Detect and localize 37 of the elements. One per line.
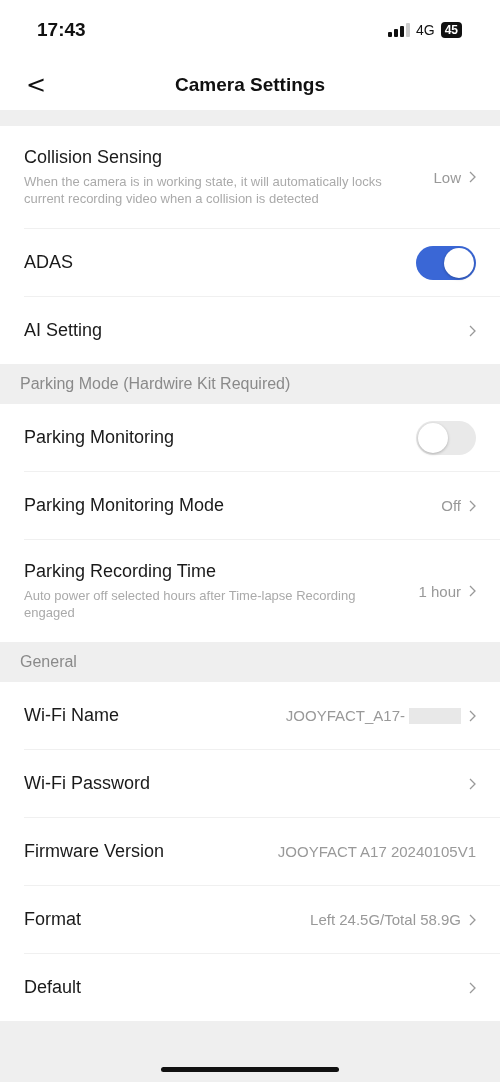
setting-label: Wi-Fi Name: [24, 705, 119, 726]
setting-label: Wi-Fi Password: [24, 773, 150, 794]
setting-label: Collision Sensing: [24, 147, 164, 168]
setting-value: 1 hour: [418, 582, 461, 600]
section-header: Parking Mode (Hardwire Kit Required): [19, 374, 292, 394]
chevron-icon[interactable]: [469, 913, 476, 926]
setting-label: Firmware Version: [24, 841, 165, 862]
setting-label: Parking Monitoring Mode: [24, 495, 225, 516]
toggle-switch[interactable]: [416, 245, 476, 280]
page-title: Camera Settings: [175, 74, 325, 96]
network-type: 4G: [415, 22, 435, 38]
setting-value: JOOYFACT A17 20240105V1: [277, 843, 476, 860]
setting-value: Left 24.5G/Total 58.9G: [310, 911, 461, 928]
setting-value: JOOYFACT_A17-: [285, 707, 405, 724]
chevron-icon[interactable]: [469, 171, 476, 183]
setting-label: ADAS: [24, 252, 74, 273]
setting-label: Format: [24, 909, 81, 930]
setting-label: AI Setting: [24, 320, 103, 341]
signal-icon: [387, 23, 410, 37]
section-header: General: [19, 652, 78, 672]
chevron-icon[interactable]: [469, 324, 476, 337]
chevron-icon[interactable]: [469, 777, 476, 790]
chevron-icon[interactable]: [469, 585, 476, 597]
setting-value: Low: [433, 168, 461, 186]
status-time: 17:43: [37, 19, 86, 41]
setting-label: Default: [24, 977, 82, 998]
chevron-icon[interactable]: [469, 499, 476, 512]
setting-label: Parking Monitoring: [24, 427, 175, 448]
chevron-icon[interactable]: [469, 709, 476, 722]
setting-description: When the camera is in working state, it will automatically locks current recording video when a collision is detected: [24, 173, 383, 207]
toggle-switch[interactable]: [416, 420, 476, 455]
setting-description: Auto power off selected hours after Time-lapse Recording engaged: [24, 587, 357, 621]
setting-label: Parking Recording Time: [24, 561, 218, 582]
chevron-icon[interactable]: [469, 981, 476, 994]
battery-level: 45: [440, 22, 462, 38]
setting-value: Off: [441, 497, 461, 514]
back-button[interactable]: <: [22, 71, 51, 99]
